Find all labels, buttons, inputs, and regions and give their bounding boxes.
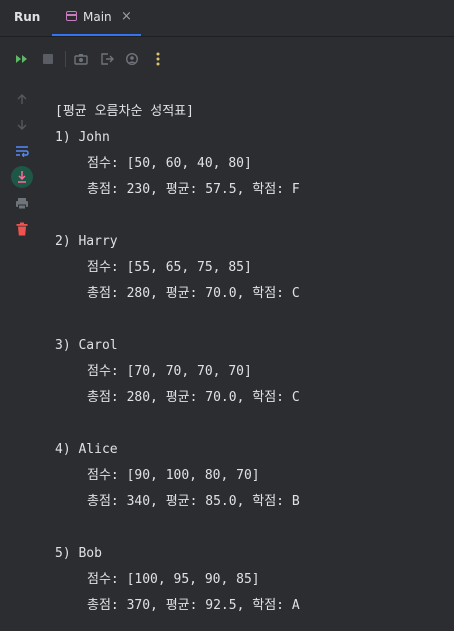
run-tool-window-header: Run Main × <box>0 0 454 37</box>
student-summary-line: 총점: 370, 평균: 92.5, 학점: A <box>87 598 300 613</box>
application-icon <box>66 11 77 21</box>
student-summary-line: 총점: 340, 평균: 85.0, 학점: B <box>87 494 300 509</box>
student-name-line: 2) Harry <box>55 234 118 249</box>
print-icon[interactable] <box>11 192 33 214</box>
arrow-up-icon[interactable] <box>11 88 33 110</box>
run-toolbar <box>0 45 454 73</box>
student-scores-line: 점수: [55, 65, 75, 85] <box>87 260 252 275</box>
student-name-line: 3) Carol <box>55 338 118 353</box>
console-sidebar <box>0 88 44 248</box>
student-summary-line: 총점: 280, 평균: 70.0, 학점: C <box>87 286 300 301</box>
student-name-line: 4) Alice <box>55 442 118 457</box>
console-output: [평균 오름차순 성적표] 1) John 점수: [50, 60, 40, 8… <box>55 102 454 622</box>
student-entry: 4) Alice 점수: [90, 100, 80, 70] 총점: 340, … <box>55 440 454 518</box>
toolbar-divider <box>65 51 66 67</box>
stop-icon[interactable] <box>38 45 58 73</box>
console-header: [평균 오름차순 성적표] <box>55 104 194 119</box>
student-scores-line: 점수: [100, 95, 90, 85] <box>87 572 260 587</box>
student-entry: 2) Harry 점수: [55, 65, 75, 85] 총점: 280, 평… <box>55 232 454 310</box>
student-summary-line: 총점: 280, 평균: 70.0, 학점: C <box>87 390 300 405</box>
scroll-to-end-icon[interactable] <box>11 166 33 188</box>
run-panel-title: Run <box>14 10 41 24</box>
close-icon[interactable]: × <box>121 9 132 24</box>
arrow-down-icon[interactable] <box>11 114 33 136</box>
student-scores-line: 점수: [50, 60, 40, 80] <box>87 156 252 171</box>
rerun-icon[interactable] <box>12 45 32 73</box>
trash-icon[interactable] <box>11 218 33 240</box>
exit-icon[interactable] <box>97 45 117 73</box>
student-scores-line: 점수: [70, 70, 70, 70] <box>87 364 252 379</box>
student-entry: 5) Bob 점수: [100, 95, 90, 85] 총점: 370, 평균… <box>55 544 454 622</box>
student-entry: 3) Carol 점수: [70, 70, 70, 70] 총점: 280, 평… <box>55 336 454 414</box>
student-summary-line: 총점: 230, 평균: 57.5, 학점: F <box>87 182 300 197</box>
soft-wrap-icon[interactable] <box>11 140 33 162</box>
student-name-line: 1) John <box>55 130 110 145</box>
student-entry: 1) John 점수: [50, 60, 40, 80] 총점: 230, 평균… <box>55 128 454 206</box>
tab-main[interactable]: Main × <box>52 0 141 36</box>
more-icon[interactable] <box>148 45 168 73</box>
tab-main-label: Main <box>83 10 112 24</box>
settings-icon[interactable] <box>122 45 142 73</box>
student-name-line: 5) Bob <box>55 546 102 561</box>
student-scores-line: 점수: [90, 100, 80, 70] <box>87 468 260 483</box>
camera-icon[interactable] <box>71 45 91 73</box>
